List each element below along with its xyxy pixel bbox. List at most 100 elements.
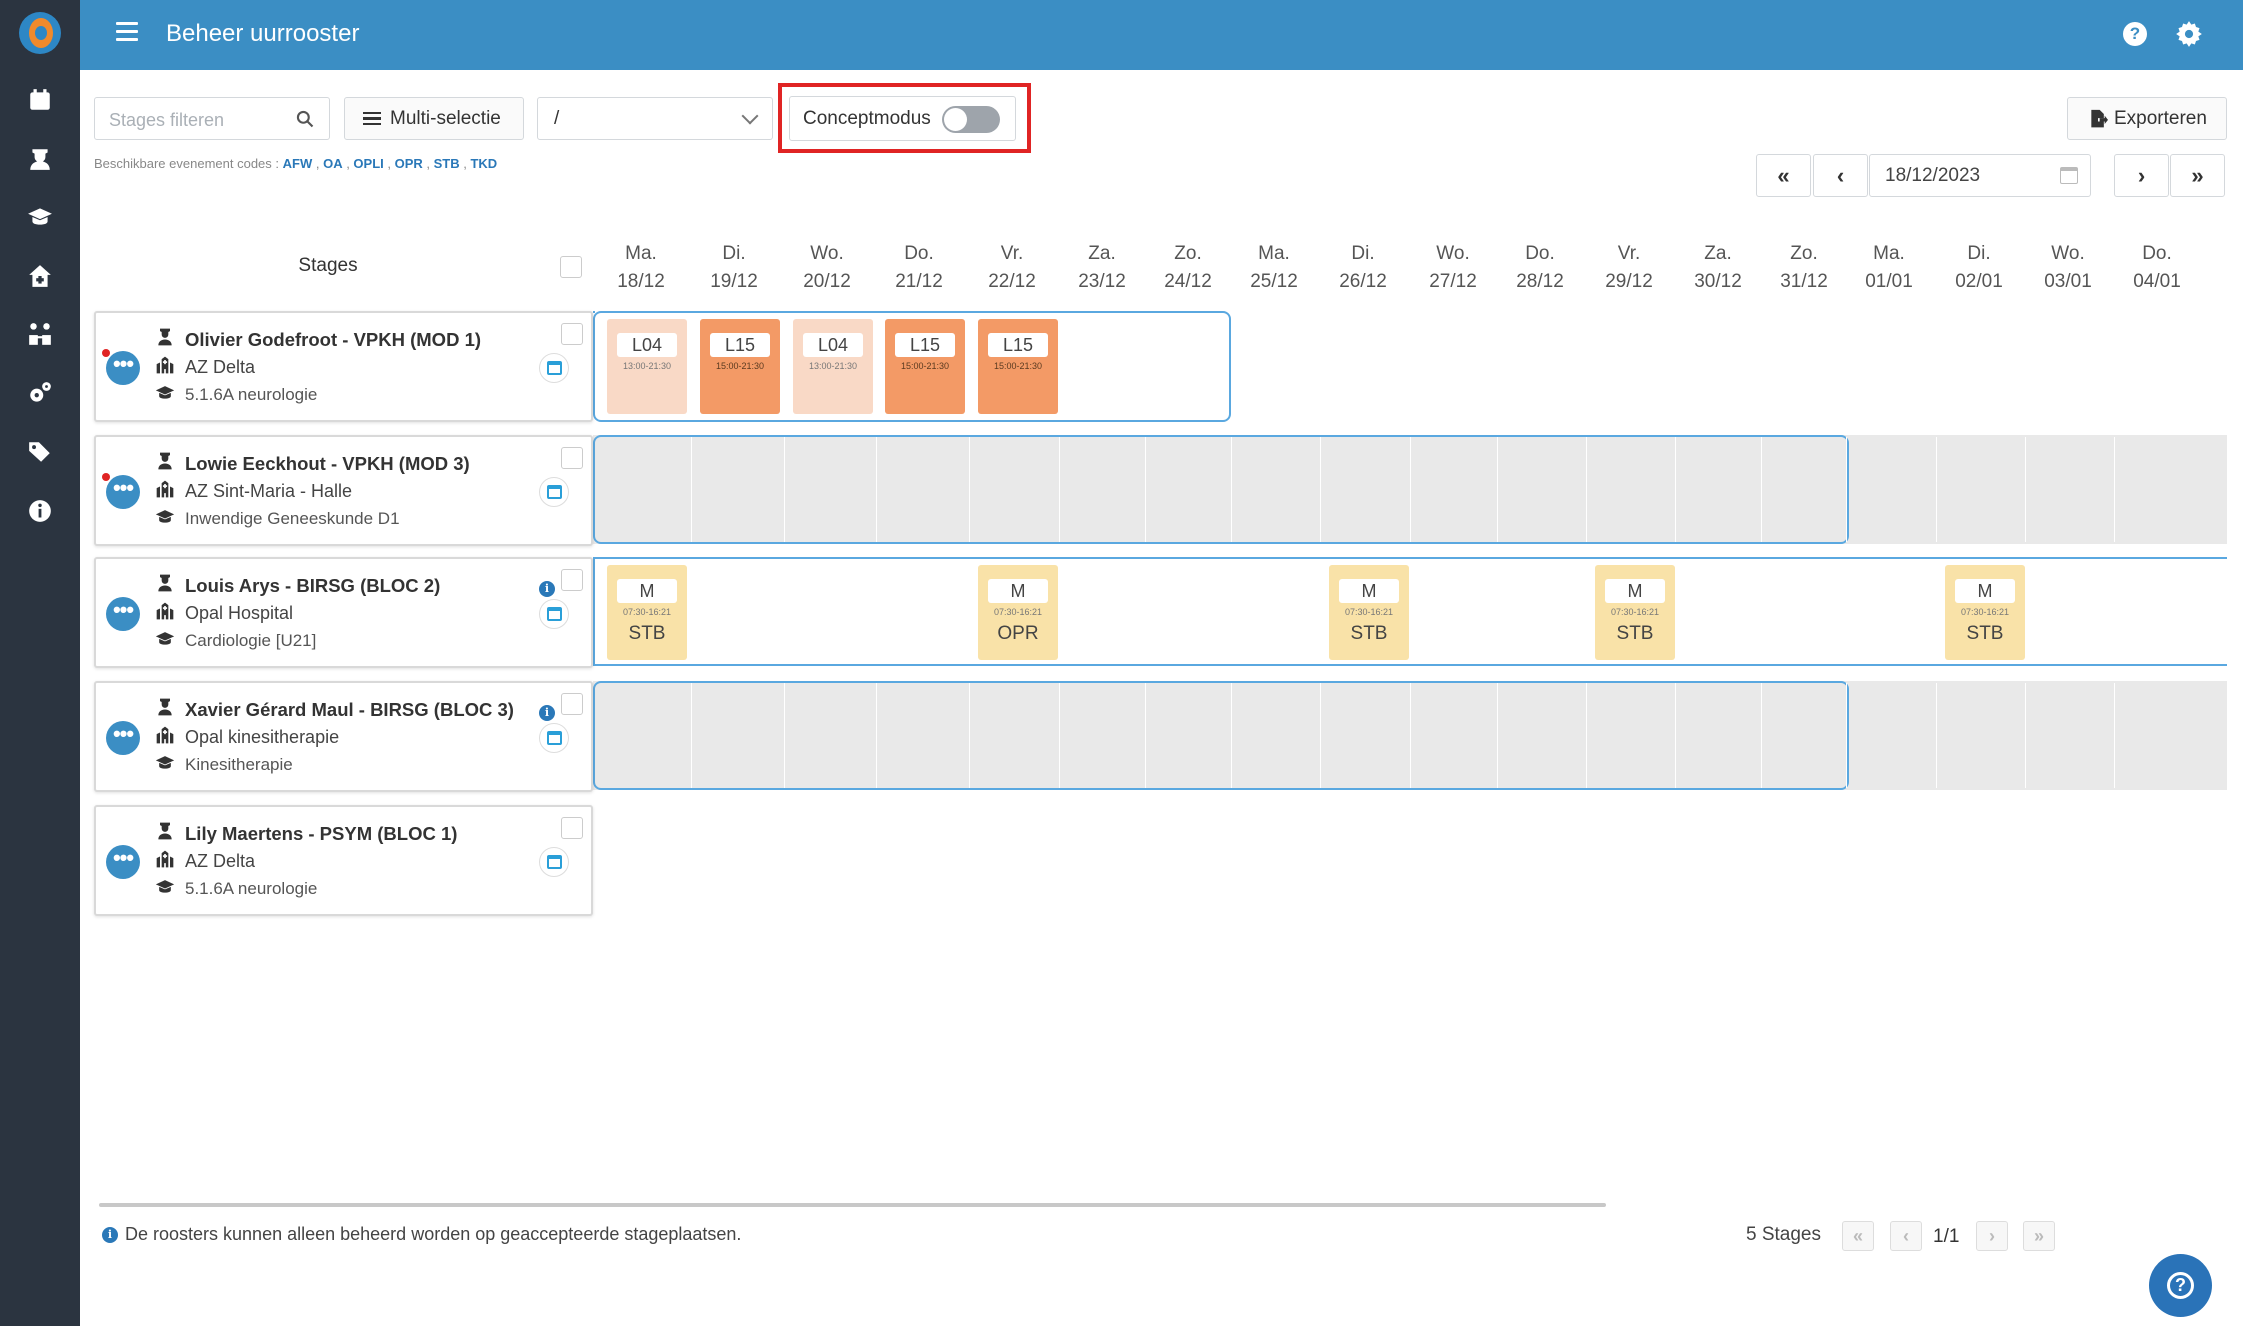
more-options-button[interactable]: ••• — [106, 597, 140, 631]
schedule-calendar-button[interactable] — [539, 847, 569, 877]
row-checkbox[interactable] — [561, 447, 583, 469]
column-separator — [784, 683, 785, 788]
app-logo[interactable] — [19, 12, 61, 54]
stage-row[interactable]: ••• Louis Arys - BIRSG (BLOC 2) Opal Hospi… — [94, 557, 593, 668]
settings-cogs-icon[interactable] — [24, 377, 56, 409]
date-input[interactable]: 18/12/2023 — [1869, 154, 2091, 197]
hospital-icon[interactable] — [24, 260, 56, 292]
event-time: 13:00-21:30 — [622, 361, 672, 371]
student-name: Xavier Gérard Maul - BIRSG (BLOC 3) — [185, 698, 514, 720]
code-link[interactable]: STB — [434, 156, 460, 171]
schedule-event[interactable]: M 07:30-16:21 STB — [1945, 565, 2025, 660]
event-time: 07:30-16:21 — [1344, 607, 1394, 617]
day-of-week: Wo. — [1436, 243, 1470, 264]
select-all-checkbox[interactable] — [560, 256, 582, 278]
tags-icon[interactable] — [24, 436, 56, 468]
schedule-event[interactable]: L15 15:00-21:30 — [885, 319, 965, 414]
first-page-button[interactable]: « — [1756, 154, 1811, 197]
stage-unit: 5.1.6A neurologie — [185, 878, 318, 898]
schedule-calendar-button[interactable] — [539, 723, 569, 753]
more-options-button[interactable]: ••• — [106, 845, 140, 879]
day-date: 21/12 — [895, 271, 943, 292]
row-checkbox[interactable] — [561, 569, 583, 591]
schedule-event[interactable]: M 07:30-16:21 STB — [607, 565, 687, 660]
info-icon[interactable] — [24, 495, 56, 527]
schedule-event[interactable]: M 07:30-16:21 STB — [1329, 565, 1409, 660]
gear-icon[interactable] — [2175, 20, 2203, 48]
day-header: Di. 02/01 — [1939, 240, 2019, 296]
filter-select[interactable]: / — [537, 97, 773, 140]
calendar-icon[interactable] — [24, 84, 56, 116]
student-icon[interactable] — [24, 143, 56, 175]
help-button[interactable]: ? — [2149, 1254, 2212, 1317]
event-time: 15:00-21:30 — [900, 361, 950, 371]
more-options-button[interactable]: ••• — [106, 721, 140, 755]
sidebar — [0, 0, 80, 1326]
event-codes-prefix: Beschikbare evenement codes : — [94, 156, 279, 171]
column-separator — [1231, 437, 1232, 542]
graduation-cap-icon[interactable] — [24, 201, 56, 233]
more-options-button[interactable]: ••• — [106, 351, 140, 385]
file-export-icon — [2091, 109, 2108, 127]
stage-student-line: Xavier Gérard Maul - BIRSG (BLOC 3) — [154, 697, 514, 722]
horizontal-scrollbar[interactable] — [99, 1203, 1606, 1207]
stage-row[interactable]: ••• Xavier Gérard Maul - BIRSG (BLOC 3) Op… — [94, 681, 593, 792]
row-checkbox[interactable] — [561, 817, 583, 839]
more-options-button[interactable]: ••• — [106, 475, 140, 509]
column-separator — [1675, 437, 1676, 542]
stage-location: AZ Sint-Maria - Halle — [185, 481, 353, 501]
schedule-calendar-button[interactable] — [539, 599, 569, 629]
column-separator — [1145, 437, 1146, 542]
people-icon[interactable] — [24, 318, 56, 350]
day-of-week: Wo. — [2051, 243, 2085, 264]
stage-unit: 5.1.6A neurologie — [185, 384, 318, 404]
export-button[interactable]: Exporteren — [2067, 97, 2227, 140]
schedule-event[interactable]: L15 15:00-21:30 — [700, 319, 780, 414]
student-name: Olivier Godefroot - VPKH (MOD 1) — [185, 328, 482, 350]
stage-row[interactable]: ••• Olivier Godefroot - VPKH (MOD 1) AZ De… — [94, 311, 593, 422]
code-link[interactable]: AFW — [283, 156, 313, 171]
day-header: Do. 04/01 — [2117, 240, 2197, 296]
schedule-event[interactable]: L04 13:00-21:30 — [607, 319, 687, 414]
next-page-button[interactable]: › — [1976, 1221, 2008, 1251]
first-page-button[interactable]: « — [1842, 1221, 1874, 1251]
prev-page-button[interactable]: ‹ — [1890, 1221, 1922, 1251]
schedule-event[interactable]: M 07:30-16:21 STB — [1595, 565, 1675, 660]
concept-mode-toggle[interactable] — [942, 106, 1000, 133]
day-of-week: Vr. — [1617, 243, 1641, 264]
prev-week-button[interactable]: ‹ — [1813, 154, 1868, 197]
multi-select-button[interactable]: Multi-selectie — [344, 97, 524, 140]
day-header: Do. 21/12 — [879, 240, 959, 296]
next-week-button[interactable]: › — [2114, 154, 2169, 197]
schedule-calendar-button[interactable] — [539, 477, 569, 507]
stage-location: Opal kinesitherapie — [185, 727, 340, 747]
last-page-button[interactable]: » — [2170, 154, 2225, 197]
schedule-event[interactable]: L15 15:00-21:30 — [978, 319, 1058, 414]
menu-icon[interactable] — [116, 22, 138, 44]
student-name: Louis Arys - BIRSG (BLOC 2) — [185, 574, 441, 596]
last-page-button[interactable]: » — [2023, 1221, 2055, 1251]
event-codes: Beschikbare evenement codes : AFW , OA ,… — [94, 156, 498, 171]
stage-unit-line: 5.1.6A neurologie — [154, 876, 317, 901]
schedule-event[interactable]: M 07:30-16:21 OPR — [978, 565, 1058, 660]
stage-row[interactable]: ••• Lowie Eeckhout - VPKH (MOD 3) AZ Sint-… — [94, 435, 593, 546]
schedule-event[interactable]: L04 13:00-21:30 — [793, 319, 873, 414]
info-icon[interactable]: i — [539, 581, 555, 597]
search-input[interactable]: Stages filteren — [94, 97, 330, 140]
code-link[interactable]: OPLI — [353, 156, 383, 171]
row-checkbox[interactable] — [561, 693, 583, 715]
stage-row[interactable]: ••• Lily Maertens - PSYM (BLOC 1) AZ Delta… — [94, 805, 593, 916]
schedule-calendar-button[interactable] — [539, 353, 569, 383]
page-title: Beheer uurrooster — [166, 20, 360, 47]
event-code: L15 — [895, 333, 955, 357]
code-link[interactable]: TKD — [470, 156, 497, 171]
info-icon[interactable]: i — [539, 705, 555, 721]
help-icon[interactable]: ? — [2123, 22, 2147, 46]
code-link[interactable]: OPR — [395, 156, 423, 171]
row-checkbox[interactable] — [561, 323, 583, 345]
code-link[interactable]: OA — [323, 156, 343, 171]
column-separator — [1761, 437, 1762, 542]
event-tag: STB — [1350, 623, 1388, 644]
stage-location: AZ Delta — [185, 851, 256, 871]
column-separator — [1410, 437, 1411, 542]
